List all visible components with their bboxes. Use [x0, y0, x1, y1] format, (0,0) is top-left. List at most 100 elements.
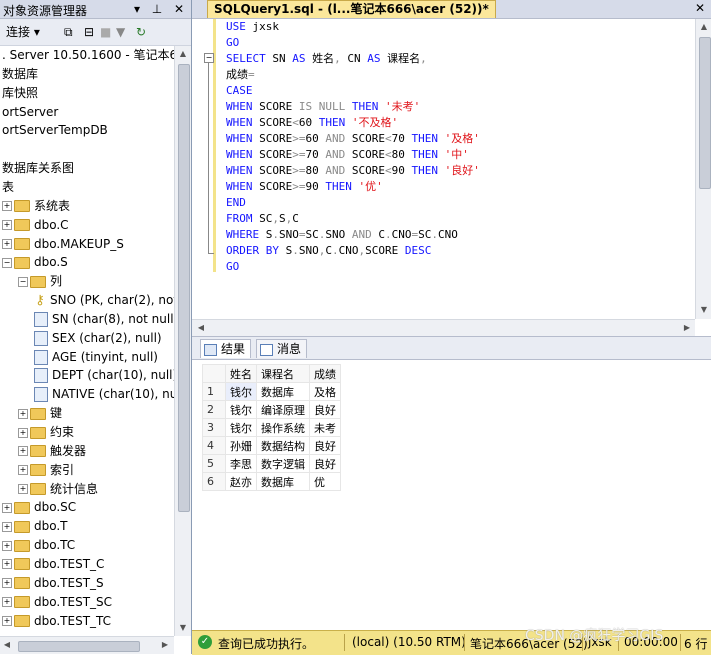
tree-node[interactable]: + 触发器 — [18, 442, 86, 461]
expand-icon[interactable]: + — [2, 597, 12, 608]
query-editor[interactable]: − USE jxsk GO SELECT SN AS 姓名, CN AS 课程名, 成… — [192, 19, 695, 319]
scroll-up-icon[interactable]: ▲ — [696, 22, 711, 31]
grid-cell[interactable]: 赵亦 — [225, 472, 257, 491]
connect-object-icon[interactable]: ⧉ — [64, 24, 73, 40]
tab-messages[interactable]: 消息 — [256, 339, 308, 358]
tree-node[interactable]: + dbo.T — [2, 517, 68, 536]
scroll-left-icon[interactable]: ◀ — [194, 323, 208, 332]
grid-cell[interactable]: 钱尔 — [225, 382, 257, 401]
grid-cell[interactable]: 孙姗 — [225, 436, 257, 455]
close-tab-icon[interactable]: ✕ — [695, 0, 705, 17]
object-explorer-horizontal-scrollbar[interactable]: ◀ ▶ — [0, 636, 174, 654]
tree-node[interactable]: SN (char(8), not null) — [34, 310, 174, 329]
tree-node[interactable]: 表 — [2, 178, 14, 197]
collapse-icon[interactable]: − — [2, 257, 12, 268]
tab-results[interactable]: 结果 — [200, 339, 252, 358]
grid-cell[interactable]: 良好 — [309, 454, 341, 473]
scroll-thumb[interactable] — [18, 641, 140, 652]
table-row[interactable]: 4 孙姗 数据结构 良好 — [202, 436, 341, 455]
grid-cell[interactable]: 操作系统 — [256, 418, 310, 437]
tree-node[interactable]: ortServerTempDB — [2, 121, 108, 140]
tree-node[interactable]: + 索引 — [18, 461, 74, 480]
collapse-icon[interactable]: − — [18, 276, 28, 287]
tree-node[interactable]: + dbo.TC — [2, 536, 75, 555]
table-row[interactable]: 1 钱尔 数据库 及格 — [202, 382, 341, 401]
grid-cell[interactable]: 良好 — [309, 400, 341, 419]
tree-node[interactable]: − dbo.S — [2, 253, 68, 272]
tree-node[interactable]: + dbo.TEST_TC — [2, 612, 111, 631]
scroll-up-icon[interactable]: ▲ — [175, 49, 191, 58]
grid-cell[interactable]: 数字逻辑 — [256, 454, 310, 473]
tree-node[interactable]: 数据库 — [2, 65, 38, 84]
tree-node[interactable]: DEPT (char(10), null) — [34, 366, 174, 385]
expand-icon[interactable]: + — [2, 201, 12, 212]
grid-cell[interactable]: 良好 — [309, 436, 341, 455]
tree-node[interactable]: + 键 — [18, 404, 62, 423]
grid-cell[interactable]: 优 — [309, 472, 341, 491]
grid-cell[interactable]: 数据库 — [256, 382, 310, 401]
tree-node[interactable]: + 系统表 — [2, 197, 70, 216]
tree-node[interactable]: + 约束 — [18, 423, 74, 442]
stop-icon[interactable]: ■ — [100, 24, 111, 40]
object-explorer-vertical-scrollbar[interactable]: ▲ ▼ — [174, 46, 191, 636]
expand-icon[interactable]: + — [2, 521, 12, 532]
table-row[interactable]: 3 钱尔 操作系统 未考 — [202, 418, 341, 437]
filter-icon[interactable]: ▼ — [116, 24, 125, 40]
grid-cell[interactable]: 及格 — [309, 382, 341, 401]
expand-icon[interactable]: + — [18, 465, 28, 476]
refresh-icon[interactable]: ↻ — [136, 24, 146, 40]
scroll-left-icon[interactable]: ◀ — [0, 640, 14, 649]
dropdown-icon[interactable]: ▾ — [130, 1, 144, 17]
tree-node[interactable]: + dbo.TEST_SC — [2, 593, 112, 612]
scroll-thumb[interactable] — [699, 37, 711, 189]
expand-icon[interactable]: + — [18, 408, 28, 419]
column-header[interactable]: 成绩 — [309, 364, 341, 383]
grid-cell[interactable]: 钱尔 — [225, 418, 257, 437]
grid-cell[interactable]: 李思 — [225, 454, 257, 473]
expand-icon[interactable]: + — [18, 427, 28, 438]
connect-button[interactable]: 连接 ▾ — [6, 24, 40, 40]
grid-cell[interactable]: 未考 — [309, 418, 341, 437]
tree-node[interactable]: + 统计信息 — [18, 480, 98, 499]
expand-icon[interactable]: + — [2, 220, 12, 231]
scroll-down-icon[interactable]: ▼ — [175, 623, 191, 632]
editor-horizontal-scrollbar[interactable]: ◀ ▶ — [192, 319, 695, 336]
scroll-thumb[interactable] — [178, 64, 190, 512]
pin-icon[interactable]: ⊥ — [150, 1, 164, 17]
expand-icon[interactable]: + — [18, 484, 28, 495]
expand-icon[interactable]: + — [2, 502, 12, 513]
column-header[interactable]: 课程名 — [256, 364, 310, 383]
code-area[interactable]: USE jxsk GO SELECT SN AS 姓名, CN AS 课程名, 成绩=… — [226, 19, 691, 275]
tree-node[interactable]: . Server 10.50.1600 - 笔记本666\ — [2, 46, 174, 65]
tree-node[interactable]: ortServer — [2, 103, 58, 122]
editor-vertical-scrollbar[interactable]: ▲ ▼ — [695, 19, 711, 319]
column-header[interactable]: 姓名 — [225, 364, 257, 383]
tree-node[interactable]: − 列 — [18, 272, 62, 291]
tree-node[interactable]: + dbo.C — [2, 216, 69, 235]
scroll-right-icon[interactable]: ▶ — [680, 323, 694, 332]
tab-sqlquery1[interactable]: SQLQuery1.sql - (l...笔记本666\acer (52))* — [207, 0, 496, 18]
expand-icon[interactable]: + — [2, 540, 12, 551]
expand-icon[interactable]: + — [2, 616, 12, 626]
tree-node[interactable]: NATIVE (char(10), null) — [34, 385, 174, 404]
expand-icon[interactable]: + — [2, 239, 12, 249]
tree-node[interactable]: 库快照 — [2, 84, 38, 103]
tree-node[interactable]: 数据库关系图 — [2, 159, 74, 178]
tree-node[interactable]: + dbo.TEST_C — [2, 555, 104, 574]
tree-node[interactable]: SEX (char(2), null) — [34, 329, 162, 348]
tree-node[interactable]: + dbo.TEST_S — [2, 574, 104, 593]
expand-icon[interactable]: + — [18, 446, 28, 457]
expand-icon[interactable]: + — [2, 559, 12, 570]
collapse-icon[interactable]: − — [204, 53, 214, 63]
grid-cell[interactable]: 数据库 — [256, 472, 310, 491]
tree-node[interactable]: ⚷ SNO (PK, char(2), not n — [34, 291, 174, 310]
grid-cell[interactable]: 编译原理 — [256, 400, 310, 419]
table-row[interactable]: 2 钱尔 编译原理 良好 — [202, 400, 341, 419]
expand-icon[interactable]: + — [2, 578, 12, 589]
tree-node[interactable]: + dbo.SC — [2, 498, 76, 517]
results-grid[interactable]: 姓名 课程名 成绩 1 钱尔 数据库 及格 2 钱尔 编译原理 良好 3 钱尔 操作系统 未考 4 孙姗数… — [202, 364, 341, 491]
table-row[interactable]: 5 李思 数字逻辑 良好 — [202, 454, 341, 473]
tree-node[interactable]: AGE (tinyint, null) — [34, 348, 158, 367]
grid-cell[interactable]: 钱尔 — [225, 400, 257, 419]
grid-cell[interactable]: 数据结构 — [256, 436, 310, 455]
